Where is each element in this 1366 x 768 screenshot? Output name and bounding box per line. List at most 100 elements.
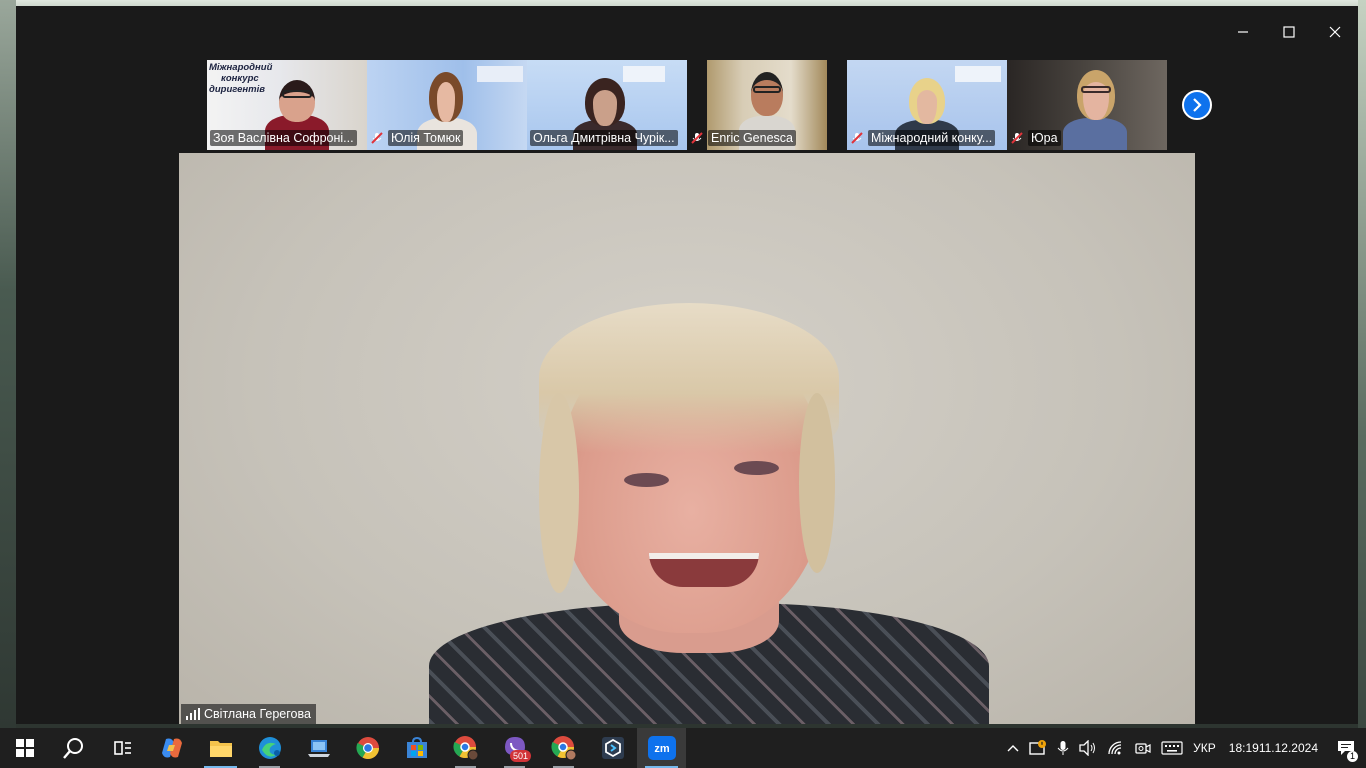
person-head [1077, 70, 1115, 120]
person-head [585, 78, 625, 126]
participant-tile[interactable]: Юлія Томюк [367, 60, 527, 150]
wifi-icon [1108, 741, 1122, 755]
person-smile [649, 553, 759, 587]
participant-name: Юлія Томюк [388, 130, 464, 146]
search-icon [62, 738, 83, 759]
chrome-profile-icon [452, 736, 478, 761]
camera-tray-button[interactable] [1130, 728, 1156, 768]
search-button[interactable] [49, 728, 98, 768]
file-explorer-button[interactable] [196, 728, 245, 768]
participant-name: Міжнародний конку... [868, 130, 996, 146]
keyboard-icon [1161, 741, 1183, 755]
maximize-icon [1283, 26, 1295, 38]
participant-tile[interactable]: Міжнародний конку... [847, 60, 1007, 150]
network-button[interactable] [1102, 728, 1130, 768]
system-tray: УКР 18:19 11.12.2024 1 [1002, 728, 1366, 768]
participant-label: Міжнародний конку... [850, 129, 1004, 147]
participant-label: Юра [1010, 129, 1164, 147]
microphone-tray-button[interactable] [1052, 728, 1074, 768]
viber-unread-badge: 501 [509, 750, 531, 762]
person-head [751, 72, 783, 116]
chrome-button[interactable] [343, 728, 392, 768]
microphone-icon [1057, 741, 1069, 755]
chevron-up-icon [1007, 745, 1019, 752]
start-button[interactable] [0, 728, 49, 768]
participant-label: Юлія Томюк [370, 129, 524, 147]
language-indicator[interactable]: УКР [1188, 728, 1221, 768]
show-hidden-icons-button[interactable] [1002, 728, 1024, 768]
security-tray-button[interactable] [1024, 728, 1052, 768]
participant-label: Enric Genesca [690, 129, 844, 147]
maximize-button[interactable] [1266, 14, 1312, 50]
chrome-profile-1-button[interactable] [441, 728, 490, 768]
edge-button[interactable] [245, 728, 294, 768]
participant-name: Ольга Дмитрівна Чурік... [530, 130, 678, 146]
clock[interactable]: 18:19 11.12.2024 [1221, 728, 1326, 768]
microphone-muted-icon [691, 132, 703, 144]
laptop-icon [307, 740, 330, 757]
participant-label: Ольга Дмитрівна Чурік... [530, 129, 684, 147]
zoom-icon: zm [647, 736, 676, 760]
banner-box [623, 66, 665, 82]
participant-label: Зоя Васлівна Софроні... [210, 129, 364, 147]
vpn-shield-icon [601, 737, 624, 759]
viber-button[interactable]: 501 [490, 728, 539, 768]
notification-center-button[interactable]: 1 [1326, 728, 1366, 768]
speaker-name: Світлана Герегова [204, 707, 311, 721]
person-hair-side [539, 393, 579, 593]
microphone-muted-icon [371, 132, 383, 144]
task-view-button[interactable] [98, 728, 147, 768]
participant-tile[interactable]: Enric Genesca [687, 60, 847, 150]
camera-icon [1135, 743, 1151, 754]
participant-name: Enric Genesca [708, 130, 796, 146]
vpn-app-button[interactable] [588, 728, 637, 768]
minimize-button[interactable] [1220, 14, 1266, 50]
folder-icon [209, 741, 232, 757]
close-icon [1329, 26, 1341, 38]
chrome-icon [355, 737, 379, 759]
notification-count: 1 [1346, 751, 1358, 762]
date: 11.12.2024 [1258, 740, 1318, 755]
person-hair-side [799, 393, 835, 573]
touch-keyboard-button[interactable] [1156, 728, 1188, 768]
participant-tile[interactable]: Ольга Дмитрівна Чурік... [527, 60, 687, 150]
volume-button[interactable] [1074, 728, 1102, 768]
chrome-profile-2-button[interactable] [539, 728, 588, 768]
store-icon [406, 737, 427, 758]
microphone-muted-icon [851, 132, 863, 144]
person-glasses [282, 90, 312, 98]
active-speaker-video[interactable]: Світлана Герегова [179, 153, 1195, 724]
banner-line: диригентів [209, 84, 265, 95]
time: 18:19 [1228, 740, 1259, 755]
banner-line: Міжнародний [209, 62, 273, 73]
person-hair [539, 303, 839, 453]
participant-tile[interactable]: Міжнародний конкурс диригентів Зоя Васлі… [207, 60, 367, 150]
person-head [429, 72, 463, 122]
close-button[interactable] [1312, 14, 1358, 50]
banner-line: конкурс [221, 73, 259, 84]
edge-icon [258, 737, 281, 759]
laptop-app-button[interactable] [294, 728, 343, 768]
signal-bars-icon [186, 708, 200, 720]
person-eye [734, 461, 779, 475]
person-eye [624, 473, 669, 487]
minimize-icon [1238, 31, 1248, 33]
microphone-muted-icon [1011, 132, 1023, 144]
participant-gallery-strip: Міжнародний конкурс диригентів Зоя Васлі… [207, 60, 1167, 150]
next-page-button[interactable] [1182, 90, 1212, 120]
window-controls [1220, 14, 1358, 50]
copilot-button[interactable] [147, 728, 196, 768]
zoom-meeting-window: Міжнародний конкурс диригентів Зоя Васлі… [16, 6, 1358, 724]
person-head [279, 80, 315, 122]
participant-tile[interactable]: Юра [1007, 60, 1167, 150]
windows-logo-icon [15, 739, 34, 757]
store-button[interactable] [392, 728, 441, 768]
person-head [909, 78, 945, 124]
zoom-button[interactable]: zm [637, 728, 686, 768]
banner-text: Міжнародний конкурс диригентів [209, 62, 273, 95]
copilot-icon [161, 738, 182, 758]
chrome-profile-icon [550, 736, 576, 761]
banner-box [955, 66, 1001, 82]
svg-text:zm: zm [654, 743, 670, 755]
speaker-icon [1079, 740, 1096, 756]
